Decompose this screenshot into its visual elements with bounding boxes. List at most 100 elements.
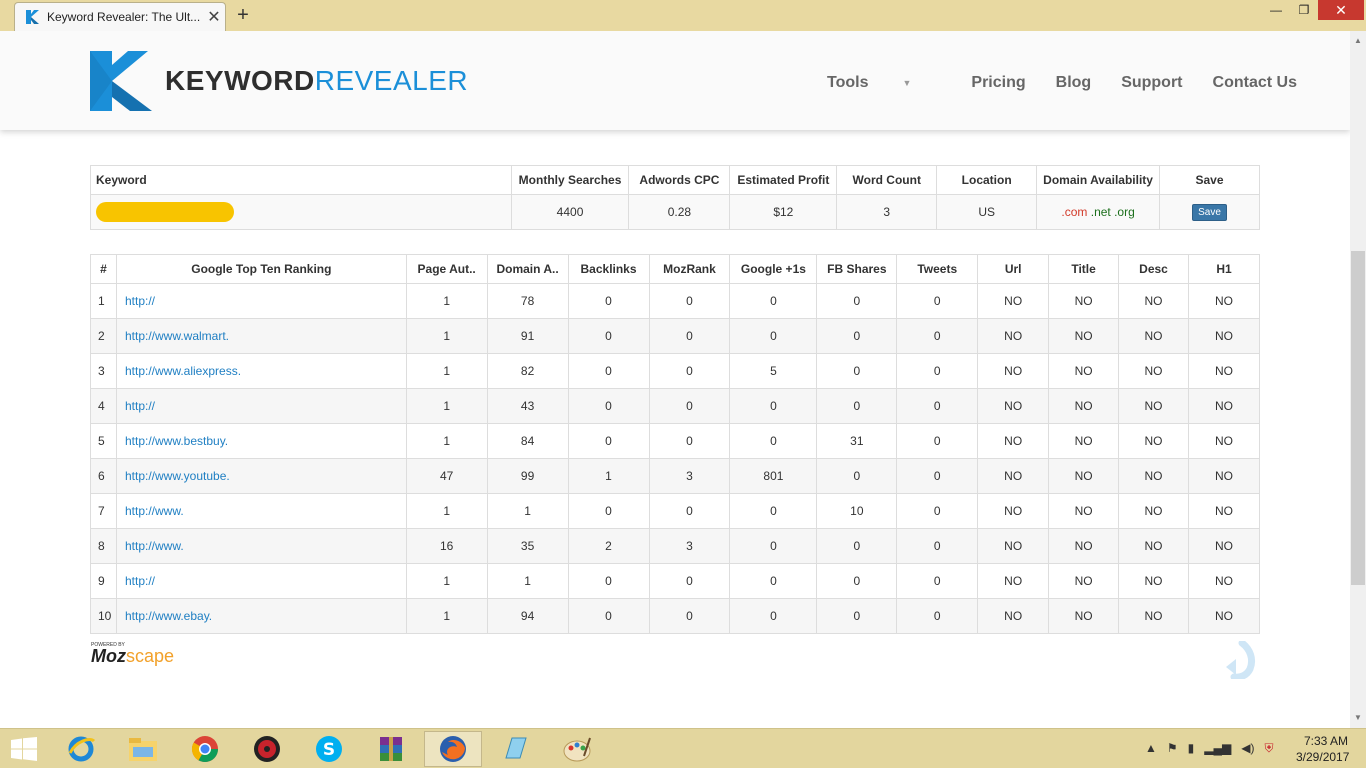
col-tweets: Tweets	[896, 254, 979, 284]
col-mozrank: MozRank	[648, 254, 731, 284]
nav-pricing[interactable]: Pricing	[971, 74, 1025, 92]
scroll-down-icon[interactable]: ▼	[1350, 710, 1366, 726]
table-row: 4 http://1 43 0 0 0 0 0 NO NO NO NO	[90, 388, 1261, 424]
domain-authority-value: 78	[486, 283, 569, 319]
backlinks-value: 2	[567, 528, 650, 564]
scroll-thumb[interactable]	[1351, 251, 1365, 585]
paint-icon[interactable]	[548, 731, 606, 767]
result-url-link[interactable]: http://www.	[115, 493, 407, 529]
url-match-value: NO	[977, 388, 1050, 424]
result-url-link[interactable]: http://	[115, 563, 407, 599]
tray-chevron-up-icon[interactable]: ▲	[1145, 741, 1157, 756]
moz-powered-by: POWERED BY	[91, 642, 125, 648]
taskbar-clock[interactable]: 7:33 AM 3/29/2017	[1296, 733, 1349, 765]
rank-number: 8	[90, 528, 117, 564]
backlinks-value: 0	[567, 318, 650, 354]
close-tab-icon[interactable]: ✕	[203, 7, 225, 27]
mozrank-value: 3	[648, 458, 731, 494]
site-logo[interactable]: KEYWORDREVEALER	[90, 51, 468, 111]
url-match-value: NO	[977, 458, 1050, 494]
col-keyword: Keyword	[90, 165, 512, 195]
skype-icon[interactable]: S	[300, 731, 358, 767]
tweets-value: 0	[896, 353, 979, 389]
mozrank-value: 0	[648, 493, 731, 529]
fb-shares-value: 31	[816, 423, 898, 459]
title-match-value: NO	[1048, 423, 1120, 459]
desc-match-value: NO	[1118, 318, 1189, 354]
notepad-icon[interactable]	[486, 731, 544, 767]
tab-title: Keyword Revealer: The Ult...	[47, 10, 201, 24]
file-explorer-icon[interactable]	[114, 731, 172, 767]
google-plus-value: 0	[729, 283, 818, 319]
mozrank-value: 3	[648, 528, 731, 564]
desc-match-value: NO	[1118, 563, 1189, 599]
nav-support[interactable]: Support	[1121, 74, 1182, 92]
rank-number: 6	[90, 458, 117, 494]
adwords-cpc-value: 0.28	[628, 194, 731, 230]
domain-authority-value: 84	[486, 423, 569, 459]
moz-text: Moz	[91, 646, 126, 666]
chevron-down-icon: ▼	[902, 77, 912, 88]
battery-icon[interactable]: ▮	[1188, 741, 1195, 756]
domain-authority-value: 1	[486, 493, 569, 529]
result-url-link[interactable]: http://	[115, 283, 407, 319]
url-match-value: NO	[977, 563, 1050, 599]
table-row: 9 http://1 1 0 0 0 0 0 NO NO NO NO	[90, 563, 1261, 599]
network-signal-icon[interactable]: ▂▄▆	[1204, 741, 1231, 756]
domain-org-link[interactable]: .org	[1114, 205, 1135, 219]
tweets-value: 0	[896, 318, 979, 354]
security-shield-icon[interactable]: ⛨	[1264, 741, 1273, 756]
action-center-flag-icon[interactable]: ⚑	[1167, 741, 1178, 756]
estimated-profit-value: $12	[729, 194, 838, 230]
new-tab-button[interactable]: +	[232, 4, 254, 27]
title-match-value: NO	[1048, 493, 1120, 529]
svg-text:S: S	[323, 740, 335, 760]
nav-contact-us[interactable]: Contact Us	[1213, 74, 1297, 92]
fb-shares-value: 0	[816, 458, 898, 494]
winrar-icon[interactable]	[362, 731, 420, 767]
domain-authority-value: 82	[486, 353, 569, 389]
h1-match-value: NO	[1187, 423, 1261, 459]
keyword-revealer-favicon-icon	[25, 9, 41, 25]
col-rank: #	[90, 254, 117, 284]
app-red-icon[interactable]	[238, 731, 296, 767]
page-scrollbar[interactable]: ▲ ▼	[1350, 31, 1366, 728]
result-url-link[interactable]: http://www.bestbuy.	[115, 423, 407, 459]
domain-com-link[interactable]: .com	[1061, 205, 1087, 219]
result-url-link[interactable]: http://	[115, 388, 407, 424]
tweets-value: 0	[896, 598, 979, 634]
col-save: Save	[1159, 165, 1260, 195]
google-plus-value: 0	[729, 598, 818, 634]
backlinks-value: 1	[567, 458, 650, 494]
mozrank-value: 0	[648, 598, 731, 634]
h1-match-value: NO	[1187, 598, 1261, 634]
save-button[interactable]: Save	[1192, 203, 1227, 221]
result-url-link[interactable]: http://www.	[115, 528, 407, 564]
result-url-link[interactable]: http://www.youtube.	[115, 458, 407, 494]
result-url-link[interactable]: http://www.ebay.	[115, 598, 407, 634]
windows-start-icon[interactable]	[10, 737, 38, 761]
nav-blog[interactable]: Blog	[1056, 74, 1092, 92]
volume-icon[interactable]: ◀)	[1241, 741, 1254, 756]
close-window-button[interactable]: ✕	[1318, 0, 1364, 20]
back-arrow-icon[interactable]	[1222, 639, 1256, 681]
keyword-cell	[90, 194, 512, 230]
windows-taskbar: S ▲ ⚑ ▮ ▂▄▆ ◀) ⛨ 7:33 AM 3/29/2017	[0, 728, 1366, 768]
url-match-value: NO	[977, 423, 1050, 459]
result-url-link[interactable]: http://www.aliexpress.	[115, 353, 407, 389]
result-url-link[interactable]: http://www.walmart.	[115, 318, 407, 354]
logo-text-revealer: REVEALER	[314, 65, 469, 96]
domain-authority-value: 94	[486, 598, 569, 634]
restore-button[interactable]: ❐	[1290, 0, 1318, 20]
backlinks-value: 0	[567, 353, 650, 389]
domain-net-link[interactable]: .net	[1091, 205, 1111, 219]
nav-tools[interactable]: Tools ▼	[827, 74, 941, 92]
browser-tab[interactable]: Keyword Revealer: The Ult... ✕	[14, 2, 226, 31]
ie-icon[interactable]	[52, 731, 110, 767]
backlinks-value: 0	[567, 493, 650, 529]
minimize-button[interactable]: —	[1262, 0, 1290, 20]
chrome-icon[interactable]	[176, 731, 234, 767]
firefox-icon[interactable]	[424, 731, 482, 767]
scroll-up-icon[interactable]: ▲	[1350, 33, 1366, 49]
col-location: Location	[936, 165, 1038, 195]
